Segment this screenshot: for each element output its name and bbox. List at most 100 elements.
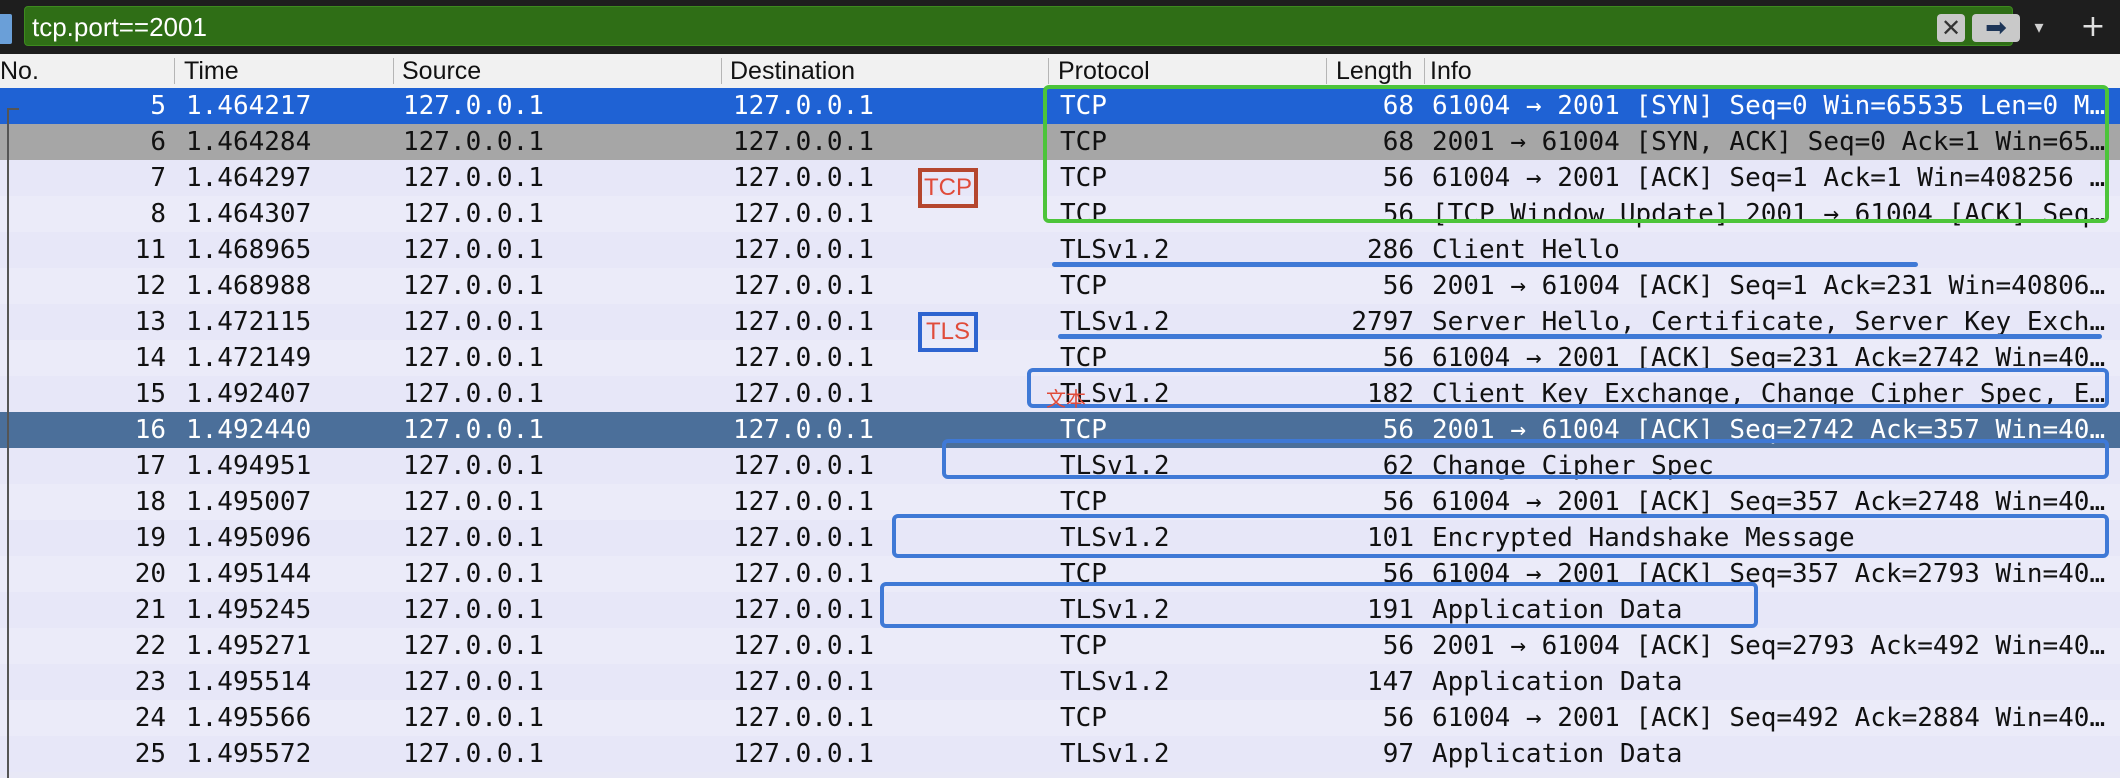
packet-no: 18 [134, 487, 166, 517]
column-header-info[interactable]: Info [1430, 54, 2110, 88]
packet-no: 23 [134, 667, 166, 697]
packet-length: 56 [1382, 631, 1414, 661]
packet-no: 8 [150, 199, 166, 229]
packet-source: 127.0.0.1 [403, 667, 544, 697]
clear-filter-icon[interactable]: ✕ [1937, 14, 1965, 42]
packet-no: 22 [134, 631, 166, 661]
column-header-time[interactable]: Time [184, 54, 384, 88]
packet-row[interactable]: 23 1.495514 127.0.0.1 127.0.0.1 TLSv1.2 147 Ap… [0, 664, 2120, 700]
packet-protocol: TCP [1060, 703, 1107, 733]
packet-source: 127.0.0.1 [403, 163, 544, 193]
packet-source: 127.0.0.1 [403, 199, 544, 229]
packet-source: 127.0.0.1 [403, 307, 544, 337]
packet-time: 1.495514 [186, 667, 312, 697]
conversation-tree-line [7, 108, 9, 778]
client-hello-underline [1052, 262, 1918, 267]
packet-no: 5 [150, 91, 166, 121]
packet-time: 1.495566 [186, 703, 312, 733]
column-divider[interactable] [1048, 58, 1049, 84]
packet-time: 1.492440 [186, 415, 312, 445]
packet-destination: 127.0.0.1 [733, 91, 874, 121]
packet-destination: 127.0.0.1 [733, 343, 874, 373]
column-divider[interactable] [174, 58, 175, 84]
column-divider[interactable] [1424, 58, 1425, 84]
encrypted-handshake-highlight-box [892, 514, 2109, 558]
display-filter-text[interactable]: tcp.port==2001 [32, 7, 207, 47]
packet-no: 20 [134, 559, 166, 589]
conversation-tree-start [7, 108, 19, 110]
packet-time: 1.494951 [186, 451, 312, 481]
packet-no: 15 [134, 379, 166, 409]
packet-source: 127.0.0.1 [403, 235, 544, 265]
change-cipher-spec-highlight-box [942, 439, 2109, 479]
packet-info: 2001 → 61004 [ACK] Seq=1 Ack=231 Win=408… [1432, 271, 2106, 301]
packet-row[interactable]: 12 1.468988 127.0.0.1 127.0.0.1 TCP 56 2001 → … [0, 268, 2120, 304]
packet-destination: 127.0.0.1 [733, 667, 874, 697]
packet-time: 1.468988 [186, 271, 312, 301]
add-filter-button-plus-icon[interactable]: + [2076, 10, 2110, 44]
filter-bookmark-icon[interactable] [0, 14, 12, 44]
packet-length: 147 [1367, 667, 1414, 697]
packet-info: Application Data [1432, 739, 1683, 769]
packet-destination: 127.0.0.1 [733, 631, 874, 661]
column-header-source[interactable]: Source [402, 54, 712, 88]
packet-time: 1.492407 [186, 379, 312, 409]
packet-protocol: TLSv1.2 [1060, 667, 1170, 697]
filter-history-chevron-down-icon[interactable]: ▾ [2028, 14, 2050, 42]
packet-no: 17 [134, 451, 166, 481]
packet-list-header: No. Time Source Destination Protocol Len… [0, 54, 2120, 89]
packet-destination: 127.0.0.1 [733, 739, 874, 769]
packet-destination: 127.0.0.1 [733, 379, 874, 409]
packet-source: 127.0.0.1 [403, 343, 544, 373]
packet-no: 21 [134, 595, 166, 625]
packet-length: 56 [1382, 703, 1414, 733]
packet-length: 97 [1382, 739, 1414, 769]
server-hello-underline [1058, 334, 2102, 339]
display-filter-input[interactable] [24, 6, 2013, 46]
packet-time: 1.464307 [186, 199, 312, 229]
packet-source: 127.0.0.1 [403, 595, 544, 625]
packet-no: 7 [150, 163, 166, 193]
column-divider[interactable] [393, 58, 394, 84]
column-divider[interactable] [721, 58, 722, 84]
text-annotation-label: 文本 [1046, 387, 1086, 411]
packet-destination: 127.0.0.1 [733, 199, 874, 229]
packet-no: 12 [134, 271, 166, 301]
packet-time: 1.495007 [186, 487, 312, 517]
packet-source: 127.0.0.1 [403, 379, 544, 409]
column-header-protocol[interactable]: Protocol [1058, 54, 1318, 88]
packet-no: 16 [134, 415, 166, 445]
tcp-annotation-label: TCP [918, 168, 978, 208]
packet-time: 1.495271 [186, 631, 312, 661]
packet-destination: 127.0.0.1 [733, 307, 874, 337]
column-header-length[interactable]: Length [1336, 54, 1423, 88]
packet-no: 6 [150, 127, 166, 157]
packet-destination: 127.0.0.1 [733, 163, 874, 193]
packet-source: 127.0.0.1 [403, 703, 544, 733]
packet-time: 1.495096 [186, 523, 312, 553]
packet-time: 1.464217 [186, 91, 312, 121]
tls-annotation-label: TLS [918, 312, 978, 352]
packet-no: 14 [134, 343, 166, 373]
packet-no: 19 [134, 523, 166, 553]
application-data-highlight-box [880, 582, 1758, 628]
column-header-no[interactable]: No. [0, 54, 170, 88]
packet-time: 1.464284 [186, 127, 312, 157]
packet-destination: 127.0.0.1 [733, 271, 874, 301]
packet-source: 127.0.0.1 [403, 739, 544, 769]
apply-filter-arrow-icon[interactable]: ➡ [1972, 14, 2020, 42]
packet-time: 1.468965 [186, 235, 312, 265]
packet-protocol: TCP [1060, 271, 1107, 301]
packet-protocol: TLSv1.2 [1060, 739, 1170, 769]
packet-row[interactable]: 25 1.495572 127.0.0.1 127.0.0.1 TLSv1.2 97 App… [0, 736, 2120, 772]
column-header-destination[interactable]: Destination [730, 54, 1040, 88]
packet-no: 11 [134, 235, 166, 265]
column-divider[interactable] [1326, 58, 1327, 84]
packet-info: 61004 → 2001 [ACK] Seq=492 Ack=2884 Win=… [1432, 703, 2106, 733]
packet-source: 127.0.0.1 [403, 271, 544, 301]
packet-protocol: TCP [1060, 631, 1107, 661]
packet-source: 127.0.0.1 [403, 91, 544, 121]
packet-row[interactable]: 22 1.495271 127.0.0.1 127.0.0.1 TCP 56 2001 → … [0, 628, 2120, 664]
packet-row[interactable]: 24 1.495566 127.0.0.1 127.0.0.1 TCP 56 61004 →… [0, 700, 2120, 736]
packet-no: 25 [134, 739, 166, 769]
